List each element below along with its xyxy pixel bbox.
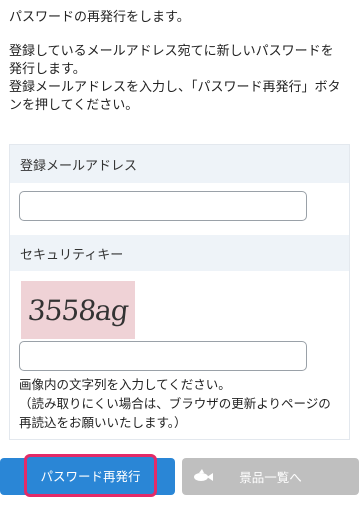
captcha-help-text: 画像内の文字列を入力してください。 （読み取りにくい場合は、ブラウザの更新よりペ…: [19, 375, 349, 432]
fish-icon: [194, 469, 213, 481]
help-line-1: 画像内の文字列を入力してください。: [19, 377, 231, 392]
email-section-header: 登録メールアドレス: [10, 145, 349, 183]
intro-line-1: パスワードの再発行をします。: [9, 10, 190, 25]
prize-list-label: 景品一覧へ: [239, 470, 302, 485]
email-section-body: [10, 183, 349, 235]
email-label: 登録メールアドレス: [20, 158, 138, 174]
captcha-image: 3558ag: [21, 281, 135, 339]
captcha-text: 3558ag: [26, 293, 130, 327]
intro-line-2: 登録しているメールアドレス宛てに新しいパスワードを: [9, 44, 334, 59]
reissue-button-label: パスワード再発行: [40, 469, 141, 484]
email-input[interactable]: [19, 191, 307, 221]
prize-list-button[interactable]: 景品一覧へ: [182, 458, 359, 495]
intro-text: パスワードの再発行をします。 登録しているメールアドレス宛てに新しいパスワードを…: [9, 9, 354, 115]
reissue-form: 登録メールアドレス セキュリティキー 3558ag 画像内の文字列を入力してくだ…: [9, 144, 350, 440]
help-line-3: 再読込をお願いいたします。）: [19, 415, 187, 430]
security-key-input[interactable]: [19, 341, 307, 371]
intro-line-3: 発行します。: [9, 62, 86, 77]
reissue-password-button[interactable]: パスワード再発行: [24, 454, 157, 497]
security-section-header: セキュリティキー: [10, 235, 349, 271]
intro-line-4: 登録メールアドレスを入力し、「パスワード再発行」ボタ: [9, 80, 341, 95]
help-line-2: （読み取りにくい場合は、ブラウザの更新よりページの: [19, 396, 331, 411]
security-section-body: 3558ag 画像内の文字列を入力してください。 （読み取りにくい場合は、ブラウ…: [10, 271, 349, 439]
security-key-label: セキュリティキー: [20, 247, 124, 263]
intro-line-5: ンを押してください。: [9, 98, 139, 113]
